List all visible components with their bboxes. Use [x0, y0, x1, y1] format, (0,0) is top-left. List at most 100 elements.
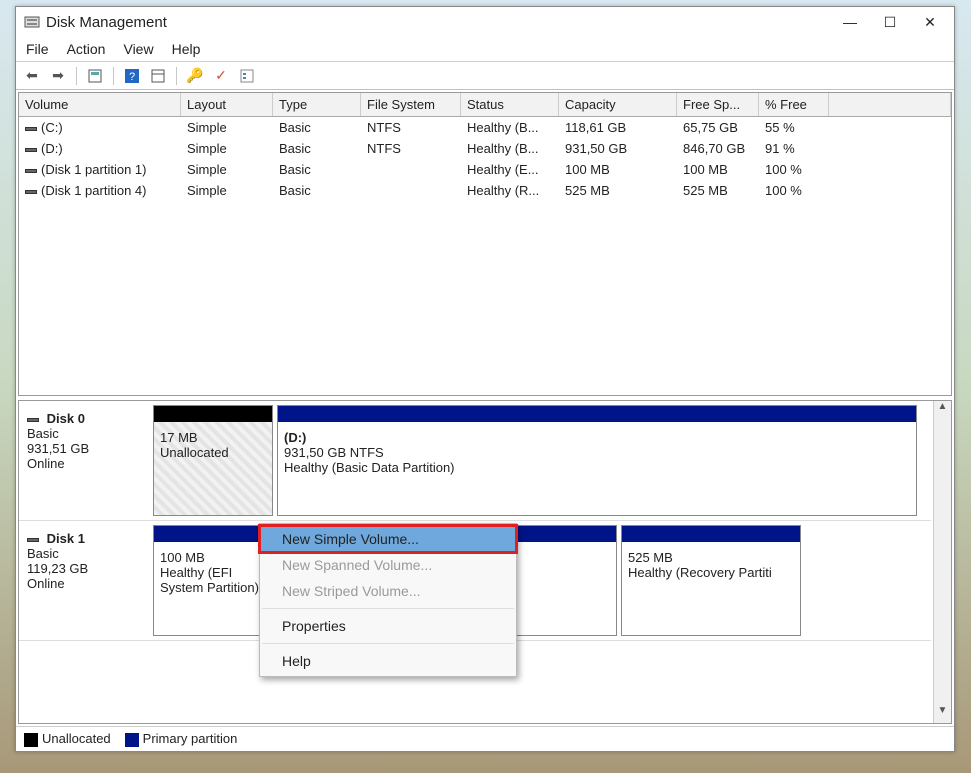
toolbar: ⬅ ➡ ? 🔑 ✓ [16, 62, 954, 90]
volume-cell: (C:) [19, 119, 181, 136]
volume-cell: Basic [273, 182, 361, 199]
volume-cell: Simple [181, 119, 273, 136]
volume-cell: (Disk 1 partition 4) [19, 182, 181, 199]
partition-bar [278, 406, 916, 422]
refresh-icon[interactable] [85, 66, 105, 86]
col-capacity[interactable]: Capacity [559, 93, 677, 116]
menubar: File Action View Help [16, 37, 954, 62]
scrollbar[interactable]: ▲ ▼ [933, 401, 951, 723]
volume-cell: 846,70 GB [677, 140, 759, 157]
volume-cell [361, 182, 461, 199]
ctx-properties[interactable]: Properties [260, 613, 516, 639]
col-volume[interactable]: Volume [19, 93, 181, 116]
check-icon[interactable]: ✓ [211, 66, 231, 86]
partition-primary[interactable]: 525 MBHealthy (Recovery Partiti [621, 525, 801, 636]
view-icon[interactable] [148, 66, 168, 86]
volume-cell: 100 MB [677, 161, 759, 178]
menu-file[interactable]: File [26, 41, 49, 57]
ctx-help[interactable]: Help [260, 648, 516, 674]
volume-cell [361, 161, 461, 178]
volume-row[interactable]: (Disk 1 partition 4)SimpleBasic Healthy (… [19, 180, 951, 201]
volume-cell: 525 MB [677, 182, 759, 199]
maximize-button[interactable]: ☐ [870, 8, 910, 36]
col-type[interactable]: Type [273, 93, 361, 116]
partition-bar [154, 406, 272, 422]
disk-label[interactable]: Disk 1Basic119,23 GBOnline [19, 521, 153, 640]
context-menu: New Simple Volume... New Spanned Volume.… [259, 523, 517, 677]
volume-cell: Basic [273, 119, 361, 136]
help-icon[interactable]: ? [122, 66, 142, 86]
app-icon [24, 14, 40, 30]
volume-cell: 100 MB [559, 161, 677, 178]
legend-primary: Primary partition [125, 731, 238, 747]
menu-view[interactable]: View [123, 41, 153, 57]
volume-cell: 931,50 GB [559, 140, 677, 157]
window-title: Disk Management [46, 14, 830, 31]
partition-primary[interactable]: (D:)931,50 GB NTFSHealthy (Basic Data Pa… [277, 405, 917, 516]
ctx-new-striped-volume[interactable]: New Striped Volume... [260, 578, 516, 604]
volume-list-body: (C:)SimpleBasicNTFSHealthy (B...118,61 G… [19, 117, 951, 395]
volume-cell: (Disk 1 partition 1) [19, 161, 181, 178]
volume-cell: 525 MB [559, 182, 677, 199]
volume-cell: 91 % [759, 140, 829, 157]
volume-cell: Healthy (R... [461, 182, 559, 199]
partition-bar [622, 526, 800, 542]
volume-cell: 118,61 GB [559, 119, 677, 136]
disk-graph: 17 MBUnallocated(D:)931,50 GB NTFSHealth… [153, 401, 931, 520]
menu-action[interactable]: Action [67, 41, 106, 57]
volume-row[interactable]: (D:)SimpleBasicNTFSHealthy (B...931,50 G… [19, 138, 951, 159]
volume-row[interactable]: (Disk 1 partition 1)SimpleBasic Healthy (… [19, 159, 951, 180]
volume-list: Volume Layout Type File System Status Ca… [18, 92, 952, 396]
disk-row: Disk 0Basic931,51 GBOnline17 MBUnallocat… [19, 401, 931, 521]
col-filesystem[interactable]: File System [361, 93, 461, 116]
volume-cell: Basic [273, 161, 361, 178]
disk-icon [25, 169, 37, 173]
list-icon[interactable] [237, 66, 257, 86]
col-layout[interactable]: Layout [181, 93, 273, 116]
disk-icon [25, 190, 37, 194]
disk-icon [27, 418, 39, 422]
volume-cell: NTFS [361, 119, 461, 136]
col-pctfree[interactable]: % Free [759, 93, 829, 116]
partition-body: 17 MBUnallocated [154, 422, 272, 515]
volume-row[interactable]: (C:)SimpleBasicNTFSHealthy (B...118,61 G… [19, 117, 951, 138]
volume-cell: Simple [181, 182, 273, 199]
volume-cell: 65,75 GB [677, 119, 759, 136]
volume-cell: Basic [273, 140, 361, 157]
volume-cell: 55 % [759, 119, 829, 136]
col-spacer [829, 93, 951, 116]
legend-unallocated: Unallocated [24, 731, 111, 747]
ctx-new-spanned-volume[interactable]: New Spanned Volume... [260, 552, 516, 578]
legend: Unallocated Primary partition [16, 726, 954, 751]
volume-cell: 100 % [759, 182, 829, 199]
col-freespace[interactable]: Free Sp... [677, 93, 759, 116]
volume-cell: (D:) [19, 140, 181, 157]
volume-list-header: Volume Layout Type File System Status Ca… [19, 93, 951, 117]
disk-icon [25, 148, 37, 152]
wand-icon[interactable]: 🔑 [185, 66, 205, 86]
col-status[interactable]: Status [461, 93, 559, 116]
menu-help[interactable]: Help [172, 41, 201, 57]
disk-label[interactable]: Disk 0Basic931,51 GBOnline [19, 401, 153, 520]
svg-text:?: ? [129, 71, 135, 83]
scroll-down-icon[interactable]: ▼ [934, 705, 951, 723]
partition-body: (D:)931,50 GB NTFSHealthy (Basic Data Pa… [278, 422, 916, 515]
ctx-new-simple-volume[interactable]: New Simple Volume... [260, 526, 516, 552]
partition-body: 525 MBHealthy (Recovery Partiti [622, 542, 800, 635]
volume-cell: Simple [181, 161, 273, 178]
forward-icon[interactable]: ➡ [48, 66, 68, 86]
volume-cell: Healthy (B... [461, 119, 559, 136]
volume-cell: Healthy (E... [461, 161, 559, 178]
disk-icon [27, 538, 39, 542]
titlebar[interactable]: Disk Management — ☐ ✕ [16, 7, 954, 37]
back-icon[interactable]: ⬅ [22, 66, 42, 86]
minimize-button[interactable]: — [830, 8, 870, 36]
volume-cell: Healthy (B... [461, 140, 559, 157]
volume-cell: NTFS [361, 140, 461, 157]
partition-unallocated[interactable]: 17 MBUnallocated [153, 405, 273, 516]
volume-cell: Simple [181, 140, 273, 157]
disk-icon [25, 127, 37, 131]
volume-cell: 100 % [759, 161, 829, 178]
scroll-up-icon[interactable]: ▲ [934, 401, 951, 419]
close-button[interactable]: ✕ [910, 8, 950, 36]
